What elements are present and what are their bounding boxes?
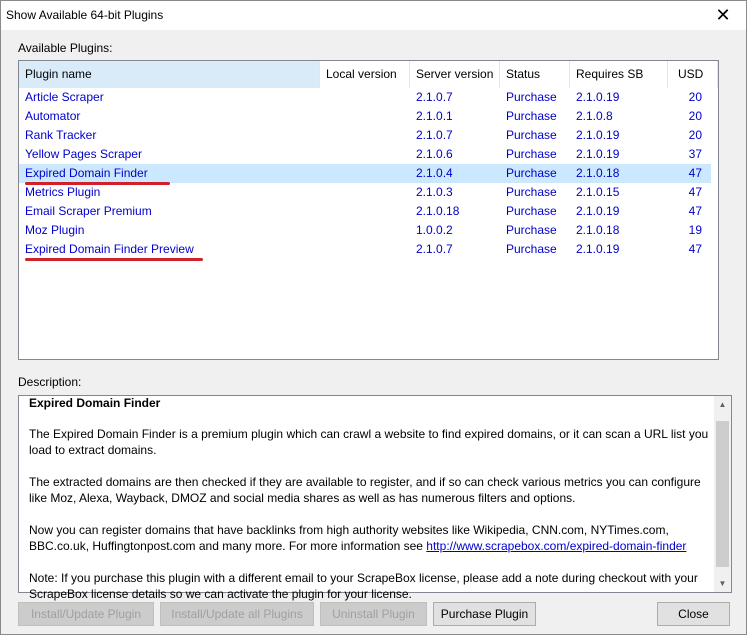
table-row[interactable]: Rank Tracker 2.1.0.7 Purchase 2.1.0.19 20 [19,126,711,145]
table-cell-status: Purchase [506,223,557,237]
column-header-local-version[interactable]: Local version [320,61,410,88]
table-cell-local [326,88,410,107]
title-bar: Show Available 64-bit Plugins ✕ [1,1,746,30]
table-cell-status: Purchase [506,185,557,199]
table-cell-server: 2.1.0.7 [416,242,453,256]
column-header-requires-sb[interactable]: Requires SB [570,61,668,88]
table-cell-local [326,202,410,221]
description-paragraph: Note: If you purchase this plugin with a… [29,571,698,601]
description-scrollbar[interactable]: ▲ ▼ [714,396,731,592]
scroll-up-arrow-icon[interactable]: ▲ [714,396,731,413]
table-cell-name: Automator [25,109,81,123]
table-cell-server: 2.1.0.4 [416,166,453,180]
close-button[interactable]: Close [657,602,730,626]
table-row[interactable]: Yellow Pages Scraper 2.1.0.6 Purchase 2.1.0… [19,145,711,164]
table-cell-usd: 20 [688,128,702,142]
table-cell-name: Expired Domain Finder [25,166,148,180]
table-cell-usd: 47 [688,204,702,218]
table-cell-status: Purchase [506,242,557,256]
table-row[interactable]: Metrics Plugin 2.1.0.3 Purchase 2.1.0.15 47 [19,183,711,202]
table-cell-local [326,145,410,164]
scroll-down-arrow-icon[interactable]: ▼ [714,575,731,592]
table-cell-status: Purchase [506,147,557,161]
more-info-link[interactable]: http://www.scrapebox.com/expired-domain-… [426,539,686,553]
table-cell-usd: 47 [688,166,702,180]
table-cell-usd: 19 [688,223,702,237]
close-window-icon[interactable]: ✕ [700,1,746,30]
table-cell-name: Moz Plugin [25,223,85,237]
table-cell-name: Expired Domain Finder Preview [25,242,194,256]
annotation-underline [25,182,170,185]
description-paragraph: Now you can register domains that have b… [29,522,709,554]
table-cell-usd: 20 [688,109,702,123]
column-header-status[interactable]: Status [500,61,570,88]
uninstall-plugin-button[interactable]: Uninstall Plugin [320,602,427,626]
table-cell-server: 2.1.0.6 [416,147,453,161]
annotation-underline [25,258,203,261]
table-cell-server: 2.1.0.1 [416,109,453,123]
table-cell-usd: 47 [688,242,702,256]
table-cell-server: 2.1.0.7 [416,128,453,142]
available-plugins-label: Available Plugins: [18,41,113,55]
table-cell-name: Metrics Plugin [25,185,101,199]
table-cell-local [326,126,410,145]
column-header-plugin-name[interactable]: Plugin name [19,61,320,88]
table-row[interactable]: Expired Domain Finder 2.1.0.4 Purchase 2.1.… [19,164,711,183]
plugins-dialog: Show Available 64-bit Plugins ✕ Availabl… [0,0,747,635]
table-cell-server: 2.1.0.18 [416,204,460,218]
column-header-server-version[interactable]: Server version [410,61,500,88]
table-row[interactable]: Expired Domain Finder Preview 2.1.0.7 Purc… [19,240,711,259]
table-cell-status: Purchase [506,109,557,123]
description-heading: Expired Domain Finder [29,396,161,410]
table-cell-name: Rank Tracker [25,128,97,142]
table-cell-usd: 37 [688,147,702,161]
table-cell-local [326,240,410,259]
table-cell-local [326,183,410,202]
table-cell-server: 2.1.0.7 [416,90,453,104]
description-content: Expired Domain Finder The Expired Domain… [29,395,709,618]
table-cell-status: Purchase [506,166,557,180]
install-update-all-plugins-button[interactable]: Install/Update all Plugins [160,602,314,626]
table-cell-name: Article Scraper [25,90,104,104]
table-cell-local [326,164,410,183]
scrollbar-thumb[interactable] [716,421,729,567]
column-header-usd[interactable]: USD [668,61,718,88]
plugins-list[interactable]: Plugin name Local version Server version… [18,60,719,360]
table-cell-usd: 20 [688,90,702,104]
table-row[interactable]: Automator 2.1.0.1 Purchase 2.1.0.8 20 [19,107,711,126]
table-cell-name: Yellow Pages Scraper [25,147,142,161]
table-cell-local [326,107,410,126]
description-paragraph: The extracted domains are then checked i… [29,475,701,505]
table-cell-local [326,221,410,240]
table-row[interactable]: Email Scraper Premium 2.1.0.18 Purchase 2.1… [19,202,711,221]
description-paragraph: The Expired Domain Finder is a premium p… [29,427,709,457]
table-cell-usd: 47 [688,185,702,199]
table-cell-name: Email Scraper Premium [25,204,152,218]
window-title: Show Available 64-bit Plugins [6,8,164,22]
description-box[interactable]: Expired Domain Finder The Expired Domain… [18,395,732,601]
list-header: Plugin name Local version Server version… [19,61,718,88]
table-row[interactable]: Moz Plugin 1.0.0.2 Purchase 2.1.0.18 19 [19,221,711,240]
table-cell-server: 1.0.0.2 [416,223,453,237]
description-label: Description: [18,375,82,389]
purchase-plugin-button[interactable]: Purchase Plugin [433,602,536,626]
table-cell-status: Purchase [506,128,557,142]
table-cell-server: 2.1.0.3 [416,185,453,199]
table-row[interactable]: Article Scraper 2.1.0.7 Purchase 2.1.0.19 20 [19,88,711,107]
table-cell-status: Purchase [506,204,557,218]
install-update-plugin-button[interactable]: Install/Update Plugin [18,602,154,626]
table-cell-status: Purchase [506,90,557,104]
